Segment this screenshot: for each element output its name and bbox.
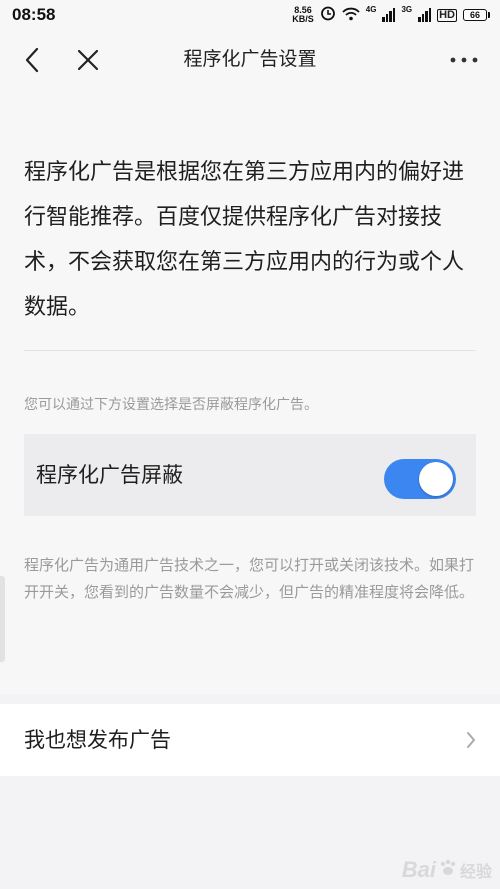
signal2-tag: 3G: [401, 5, 413, 14]
battery-icon: 66: [463, 9, 490, 21]
chevron-right-icon: [464, 730, 478, 750]
signal2-icon: [418, 8, 432, 22]
nav-bar: 程序化广告设置: [0, 30, 500, 88]
signal1-icon: [382, 8, 396, 22]
more-dots-icon: [450, 57, 478, 63]
watermark: Bai 经验: [402, 857, 492, 883]
watermark-suffix: 经验: [459, 862, 492, 881]
network-speed-unit: KB/S: [292, 14, 314, 24]
toggle-knob: [419, 462, 453, 496]
toggle-description: 程序化广告为通用广告技术之一，您可以打开或关闭该技术。如果打开开关，您看到的广告…: [24, 556, 475, 601]
hd-icon: HD: [437, 8, 457, 22]
battery-level: 66: [463, 9, 487, 21]
settings-hint: 您可以通过下方设置选择是否屏蔽程序化广告。: [24, 397, 318, 413]
settings-content: 程序化广告是根据您在第三方应用内的偏好进行智能推荐。百度仅提供程序化广告对接技术…: [0, 88, 500, 694]
status-icons: 8.56 KB/S 4G 3G HD 66: [292, 5, 490, 25]
status-bar: 08:58 8.56 KB/S 4G 3G HD 66: [0, 0, 500, 30]
paw-icon: [438, 858, 458, 882]
back-button[interactable]: [16, 44, 48, 76]
network-speed: 8.56 KB/S: [292, 6, 314, 24]
divider: [24, 350, 476, 351]
close-button[interactable]: [72, 44, 104, 76]
watermark-logo: Bai: [401, 857, 436, 882]
ad-block-row: 程序化广告屏蔽: [24, 434, 476, 516]
ad-block-toggle[interactable]: [384, 459, 456, 499]
publish-ad-row[interactable]: 我也想发布广告: [0, 704, 500, 776]
status-time: 08:58: [12, 5, 56, 24]
ad-block-label: 程序化广告屏蔽: [36, 463, 183, 487]
more-button[interactable]: [446, 44, 482, 76]
back-arrow-icon: [25, 47, 39, 73]
signal1-tag: 4G: [365, 5, 377, 14]
side-edge-handle[interactable]: [0, 576, 5, 662]
intro-paragraph: 程序化广告是根据您在第三方应用内的偏好进行智能推荐。百度仅提供程序化广告对接技术…: [24, 160, 465, 320]
close-icon: [77, 49, 99, 71]
alarm-icon: [320, 5, 336, 25]
publish-ad-label: 我也想发布广告: [24, 728, 171, 752]
wifi-icon: [342, 6, 360, 25]
